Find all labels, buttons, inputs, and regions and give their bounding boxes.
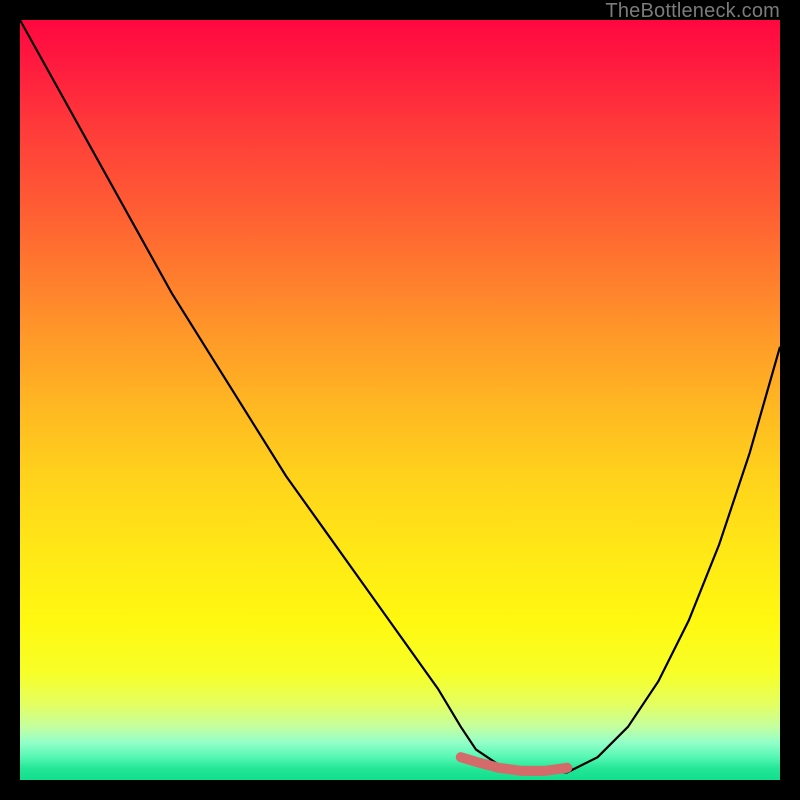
chart-frame: TheBottleneck.com xyxy=(0,0,800,800)
sweet-spot-highlight xyxy=(461,757,567,771)
plot-area xyxy=(20,20,780,780)
curve-path xyxy=(20,20,780,772)
bottleneck-curve xyxy=(20,20,780,780)
watermark-text: TheBottleneck.com xyxy=(605,0,780,23)
